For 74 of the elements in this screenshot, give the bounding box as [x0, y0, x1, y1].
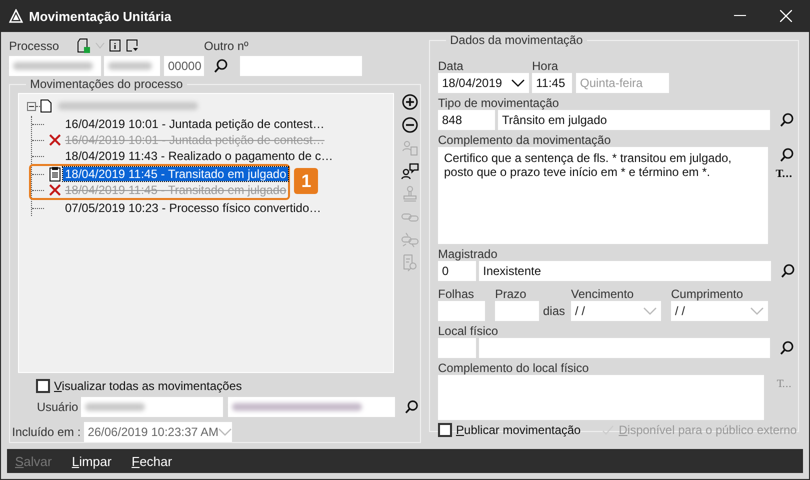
field-label: Usuário: [36, 400, 78, 414]
document-icon: [40, 99, 52, 113]
window-title: Movimentação Unitária: [29, 8, 172, 24]
plus-circle-icon[interactable]: [401, 93, 420, 111]
field-label: Data: [438, 59, 464, 73]
checkbox[interactable]: [438, 423, 452, 437]
field-label: Processo: [9, 39, 60, 53]
magistrate-name-field[interactable]: Inexistente: [479, 261, 771, 281]
footer-button[interactable]: Limpar: [72, 454, 112, 468]
folhas-field[interactable]: [438, 301, 485, 321]
other-number-field[interactable]: [240, 56, 362, 76]
step-badge: 1: [294, 168, 318, 194]
clipboard-icon: [47, 166, 63, 182]
magistrate-code-field[interactable]: 0: [438, 261, 476, 281]
field-label: Outro nº: [204, 39, 248, 53]
user-code-field[interactable]: [81, 397, 224, 417]
field-label: Vencimento: [571, 287, 634, 301]
type-code-field[interactable]: 848: [438, 110, 495, 130]
local-name-field[interactable]: [479, 338, 770, 358]
movement-item[interactable]: 16/04/2019 10:01 - Juntada petição de contest…: [63, 117, 327, 131]
close-icon[interactable]: [780, 10, 792, 22]
redacted-block: [85, 403, 146, 411]
field-label: Incluído em :: [12, 425, 81, 439]
person-speech-icon[interactable]: [401, 162, 420, 180]
field-label: Tipo de movimentação: [438, 96, 559, 110]
weekday-field: Quinta-feira: [576, 73, 669, 93]
minus-circle-icon[interactable]: [401, 116, 420, 134]
date-field[interactable]: / /: [571, 301, 662, 321]
local-code-field[interactable]: [438, 338, 476, 358]
document-icon[interactable]: [76, 38, 92, 54]
info-document-icon[interactable]: [108, 39, 122, 53]
field-label: Magistrado: [438, 247, 498, 261]
movement-item[interactable]: 18/04/2019 11:43 - Realizado o pagamento de c…: [63, 149, 335, 163]
deleted-x-icon: [47, 132, 63, 148]
process-number-field[interactable]: [9, 56, 101, 76]
checkbox-label[interactable]: Publicar movimentação: [456, 423, 581, 437]
footer-button[interactable]: Fechar: [132, 454, 172, 468]
date-field[interactable]: 18/04/2019: [438, 73, 529, 93]
chevron-down-icon[interactable]: [511, 78, 525, 88]
search-icon[interactable]: [779, 340, 795, 356]
prazo-field[interactable]: [495, 301, 539, 321]
app-logo-icon: [9, 9, 23, 23]
search-icon[interactable]: [779, 147, 796, 163]
checkbox[interactable]: [36, 379, 50, 393]
checkbox-label[interactable]: Visualizar todas as movimentações: [54, 379, 242, 393]
field-label: Complemento do local físico: [438, 361, 589, 375]
redacted-block: [108, 62, 152, 70]
search-icon[interactable]: [213, 58, 229, 74]
process-suffix-field[interactable]: 00000: [164, 56, 204, 76]
search-icon[interactable]: [779, 112, 795, 128]
field-label: Cumprimento: [671, 287, 744, 301]
deleted-x-icon: [47, 182, 63, 198]
date-field[interactable]: / /: [671, 301, 768, 321]
movement-item[interactable]: 07/05/2019 10:23 - Processo físico convertido…: [63, 201, 324, 215]
time-field[interactable]: 11:45: [532, 73, 572, 93]
date-field[interactable]: 26/06/2019 10:23:37 AM: [84, 422, 232, 442]
type-name-field[interactable]: Trânsito em julgado: [498, 110, 770, 130]
field-label: Folhas: [438, 287, 474, 301]
group-title: Movimentações do processo: [26, 77, 187, 91]
minimize-icon[interactable]: [734, 15, 746, 17]
field-label: Prazo: [495, 287, 526, 301]
field-label: Local físico: [438, 324, 498, 338]
complement-textarea[interactable]: Certifico que a sentença de fls. * transitou em julgado, posto que o prazo teve início em * e término em *.: [438, 147, 768, 244]
group-title: Dados da movimentação: [446, 33, 587, 47]
field-label: Hora: [532, 59, 558, 73]
search-icon[interactable]: [780, 263, 796, 279]
user-name-field[interactable]: [228, 397, 396, 417]
unit-label: dias: [543, 304, 566, 318]
document-arrow-icon[interactable]: [125, 39, 140, 53]
text-button[interactable]: T...: [776, 169, 792, 180]
movement-item[interactable]: 18/04/2019 11:45 - Transitado em julgado: [63, 167, 288, 181]
process-number-field[interactable]: [104, 56, 160, 76]
field-label: Complemento da movimentação: [438, 133, 611, 147]
search-icon[interactable]: [404, 399, 420, 415]
